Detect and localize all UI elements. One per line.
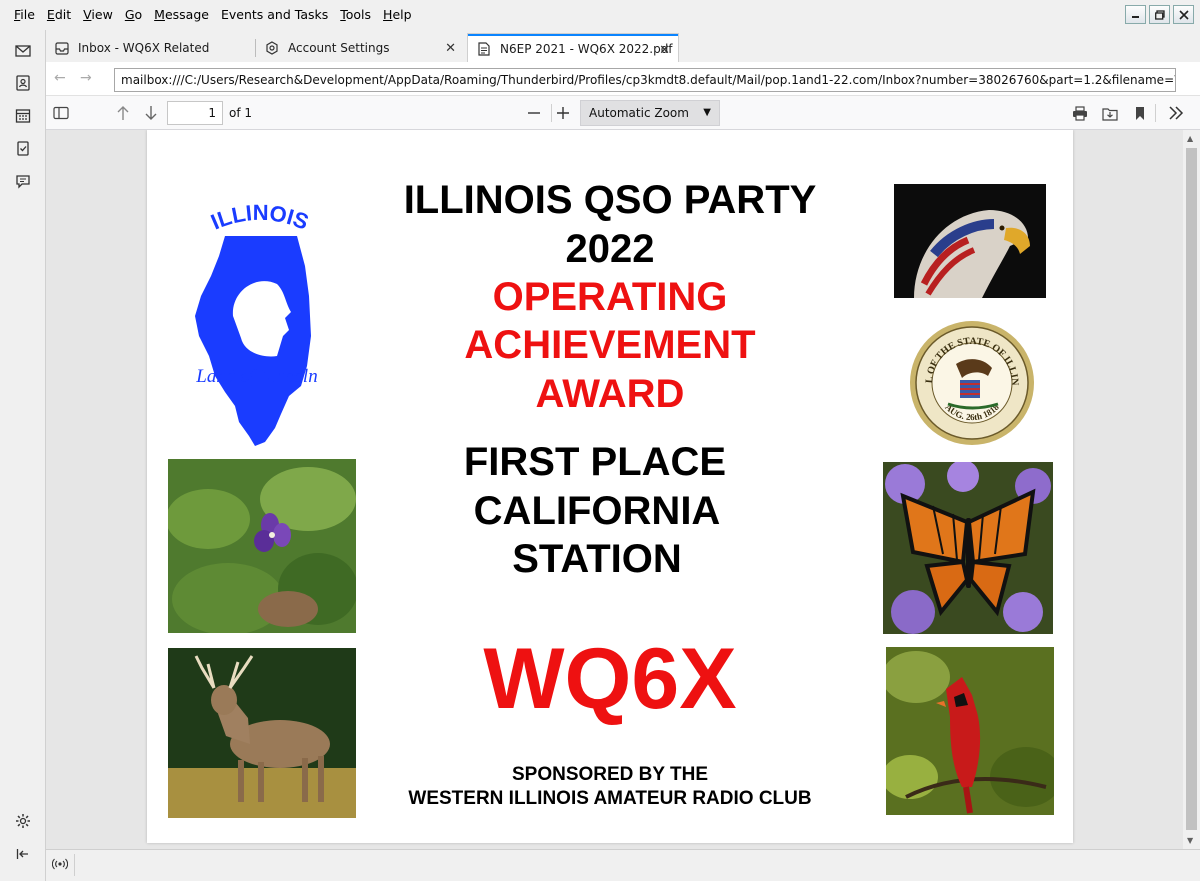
menu-events-and-tasks[interactable]: Events and Tasks [215, 0, 334, 30]
spaces-toolbar [0, 30, 46, 881]
page-count: of 1 [229, 106, 253, 120]
scroll-up-arrow-icon[interactable]: ▲ [1187, 134, 1193, 143]
chat-icon [16, 175, 30, 189]
calendar-space-button[interactable] [12, 105, 34, 127]
pdf-viewer[interactable]: ILLINOIS Land of Lincoln L OF THE STATE … [46, 130, 1200, 849]
menu-tools[interactable]: Tools [334, 0, 377, 30]
address-book-space-button[interactable] [12, 72, 34, 94]
sidebar-toggle-button[interactable] [50, 103, 72, 123]
placement-line-3: STATION [512, 537, 682, 581]
pdf-toolbar: 1 of 1 Automatic Zoom ▼ [46, 96, 1200, 130]
close-tab-icon[interactable]: ✕ [445, 41, 456, 56]
collapse-spaces-button[interactable] [12, 843, 34, 865]
menu-file[interactable]: File [8, 0, 41, 30]
menu-go[interactable]: Go [119, 0, 148, 30]
calendar-icon [15, 109, 31, 123]
navigation-bar: ← → mailbox:///C:/Users/Research&Develop… [46, 62, 1200, 96]
bookmark-button[interactable] [1129, 103, 1151, 123]
settings-space-button[interactable] [12, 810, 34, 832]
tasks-icon [17, 141, 29, 156]
close-icon [1178, 9, 1189, 20]
scrollbar-thumb[interactable] [1186, 148, 1197, 830]
minus-icon [528, 112, 540, 114]
tab-label: Inbox - WQ6X Related [78, 41, 210, 55]
status-bar [46, 849, 1200, 881]
minimize-icon [1132, 16, 1139, 18]
mail-icon [15, 45, 31, 57]
collapse-left-icon [16, 849, 28, 859]
restore-button[interactable] [1149, 5, 1170, 24]
placement-line-1: FIRST PLACE [463, 440, 727, 484]
tab-inbox[interactable]: Inbox - WQ6X Related [46, 34, 254, 62]
menu-view[interactable]: View [77, 0, 119, 30]
tools-menu-button[interactable] [1165, 103, 1187, 123]
print-button[interactable] [1069, 103, 1091, 123]
download-icon [1102, 107, 1118, 121]
window-controls [1125, 5, 1194, 24]
award-name-line-3: AWARD [535, 372, 685, 416]
menu-message[interactable]: Message [148, 0, 215, 30]
zoom-out-button[interactable] [523, 103, 545, 123]
bookmark-icon [1136, 106, 1144, 120]
tasks-space-button[interactable] [12, 137, 34, 159]
zoom-select[interactable]: Automatic Zoom ▼ [580, 100, 720, 126]
url-field[interactable]: mailbox:///C:/Users/Research&Development… [114, 68, 1176, 92]
sponsor-line-1: SPONSORED BY THE [511, 764, 709, 785]
previous-page-button[interactable] [112, 103, 134, 123]
mail-space-button[interactable] [12, 40, 34, 62]
back-arrow-icon[interactable]: ← [54, 70, 66, 86]
next-page-button[interactable] [140, 103, 162, 123]
page-number-input[interactable]: 1 [167, 101, 223, 125]
close-tab-icon[interactable]: ✕ [659, 43, 670, 58]
callsign: WQ6X [483, 631, 737, 727]
award-name-line-1: OPERATING [492, 275, 728, 319]
settings-icon [264, 40, 280, 56]
menu-edit[interactable]: Edit [41, 0, 77, 30]
chat-space-button[interactable] [12, 170, 34, 192]
scroll-down-arrow-icon[interactable]: ▼ [1187, 836, 1193, 845]
tab-bar: Inbox - WQ6X Related Account Settings ✕ … [46, 30, 1200, 62]
inbox-icon [54, 40, 70, 56]
award-title-line-1: ILLINOIS QSO PARTY [403, 178, 817, 222]
restore-icon [1154, 9, 1165, 20]
tab-pdf-document[interactable]: N6EP 2021 - WQ6X 2022.pdf ✕ [468, 34, 678, 62]
sidebar-toggle-icon [53, 106, 69, 120]
menu-help[interactable]: Help [377, 0, 418, 30]
plus-icon [557, 107, 569, 119]
arrow-up-icon [117, 106, 129, 120]
sponsor-line-2: WESTERN ILLINOIS AMATEUR RADIO CLUB [408, 788, 812, 809]
status-divider [74, 854, 75, 876]
pdf-page: ILLINOIS Land of Lincoln L OF THE STATE … [147, 130, 1073, 843]
tab-label: N6EP 2021 - WQ6X 2022.pdf [500, 42, 673, 56]
forward-arrow-icon[interactable]: → [80, 70, 92, 86]
tab-account-settings[interactable]: Account Settings ✕ [256, 34, 464, 62]
gear-icon [16, 814, 30, 828]
award-title-line-2: 2022 [565, 227, 655, 271]
zoom-in-button[interactable] [552, 103, 574, 123]
menu-bar: File Edit View Go Message Events and Tas… [0, 0, 1200, 30]
arrow-down-icon [145, 106, 157, 120]
save-button[interactable] [1099, 103, 1121, 123]
online-status-icon[interactable] [51, 858, 69, 873]
document-icon [476, 41, 492, 57]
toolbar-divider [1155, 104, 1156, 122]
tab-label: Account Settings [288, 41, 390, 55]
chevron-down-icon: ▼ [703, 107, 711, 118]
placement-line-2: CALIFORNIA [473, 489, 721, 533]
award-name-line-2: ACHIEVEMENT [464, 323, 756, 367]
double-chevron-right-icon [1169, 106, 1184, 120]
close-window-button[interactable] [1173, 5, 1194, 24]
address-book-icon [16, 75, 30, 91]
print-icon [1073, 105, 1087, 121]
minimize-button[interactable] [1125, 5, 1146, 24]
vertical-scrollbar[interactable]: ▲ ▼ [1183, 130, 1200, 849]
zoom-select-value: Automatic Zoom [589, 106, 689, 120]
